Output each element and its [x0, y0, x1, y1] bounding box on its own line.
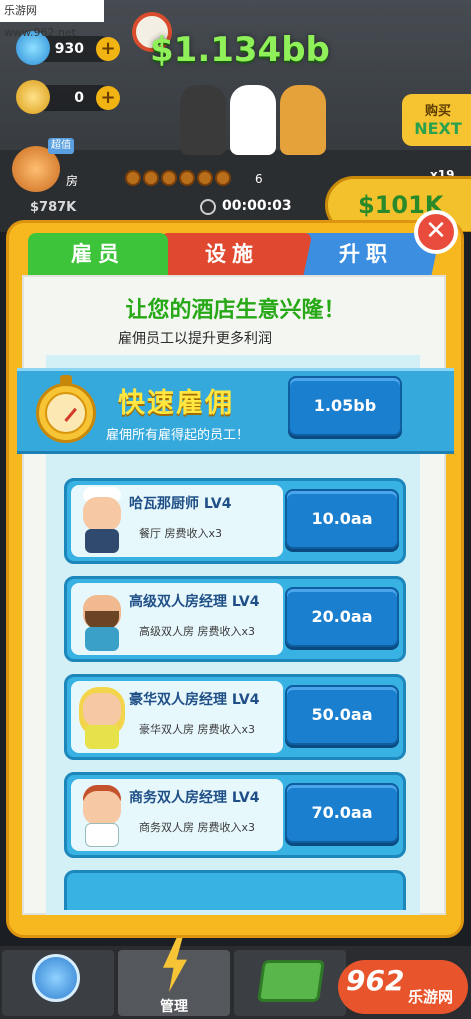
tab-employees[interactable]: 雇员 — [28, 233, 168, 275]
timer-value: 00:00:03 — [222, 198, 292, 214]
tab-label: 升职 — [339, 242, 393, 266]
employee-card-chef: 哈瓦那厨师 LV4 餐厅 房费收入x3 10.0aa — [64, 478, 406, 564]
blonde-manager-avatar — [79, 683, 125, 751]
employee-card-partial — [64, 870, 406, 910]
logo-number: 962 — [346, 964, 405, 997]
hire-button[interactable]: 10.0aa — [285, 489, 399, 549]
level-number: 6 — [255, 172, 263, 186]
employee-card-luxury-manager: 豪华双人房经理 LV4 豪华双人房 房费收入x3 50.0aa — [64, 674, 406, 760]
star-icon — [161, 170, 177, 186]
tab-label: 设施 — [205, 242, 259, 266]
quick-hire-button[interactable]: 1.05bb — [288, 376, 402, 436]
panel-subline: 雇佣员工以提升更多利润 — [118, 331, 272, 347]
site-watermark: 乐游网 www.962.net — [0, 0, 104, 39]
level-stars — [125, 170, 233, 190]
buy-next-button[interactable]: 购买 NEXT — [402, 94, 471, 146]
nav-crown[interactable] — [2, 950, 114, 1016]
hotel-deal-badge[interactable]: 超值 — [4, 138, 74, 194]
character-chef — [230, 85, 276, 155]
crown-icon — [32, 954, 80, 1002]
employee-title: 高级双人房经理 LV4 — [129, 594, 260, 610]
money-total: $1.134bb — [150, 30, 330, 70]
site-logo: 962 乐游网 — [338, 960, 468, 1014]
timer-icon — [200, 199, 216, 215]
nav-label: 管理 — [160, 999, 188, 1015]
lightning-icon — [163, 938, 187, 992]
employee-title: 商务双人房经理 LV4 — [129, 790, 260, 806]
close-icon[interactable]: ✕ — [414, 210, 458, 254]
employee-card-deluxe-manager: 高级双人房经理 LV4 高级双人房 房费收入x3 20.0aa — [64, 576, 406, 662]
hire-button[interactable]: 50.0aa — [285, 685, 399, 745]
star-icon — [179, 170, 195, 186]
quick-hire-desc: 雇佣所有雇得起的员工！ — [106, 428, 250, 443]
star-icon — [125, 170, 141, 186]
nav-manage[interactable]: 管理 — [118, 938, 230, 1016]
employee-desc: 高级双人房 房费收入x3 — [139, 625, 256, 638]
star-icon — [215, 170, 231, 186]
room-label: 房 — [66, 174, 79, 188]
hire-button[interactable]: 70.0aa — [285, 783, 399, 843]
medal-counter: 0 + — [16, 80, 120, 114]
add-gems-button[interactable]: + — [96, 37, 120, 61]
stopwatch-icon — [34, 375, 98, 443]
quick-hire-title: 快速雇佣 — [118, 388, 234, 419]
staff-characters — [180, 85, 330, 155]
tab-label: 雇员 — [71, 242, 125, 266]
medal-icon — [16, 80, 50, 114]
add-medals-button[interactable]: + — [96, 86, 120, 110]
cash-icon — [257, 960, 325, 1002]
deal-tag: 超值 — [48, 138, 74, 154]
employee-card-business-manager: 商务双人房经理 LV4 商务双人房 房费收入x3 70.0aa — [64, 772, 406, 858]
panel-tabs: 雇员 设施 升职 — [28, 233, 441, 275]
star-icon — [143, 170, 159, 186]
logo-text: 乐游网 — [408, 988, 454, 1006]
character-worker — [280, 85, 326, 155]
employee-desc: 豪华双人房 房费收入x3 — [139, 723, 256, 736]
bearded-manager-avatar — [79, 585, 125, 653]
character-manager — [180, 85, 226, 155]
redhead-manager-avatar — [79, 781, 125, 849]
tab-facilities[interactable]: 设施 — [151, 233, 313, 275]
chef-avatar — [79, 487, 125, 555]
panel-headline: 让您的酒店生意兴隆！ — [125, 298, 346, 323]
cash-cap: $787K — [30, 200, 77, 215]
star-icon — [197, 170, 213, 186]
buy-label: 购买 — [424, 104, 451, 119]
employee-title: 豪华双人房经理 LV4 — [129, 692, 260, 708]
next-label: NEXT — [414, 119, 462, 138]
nav-cash[interactable] — [234, 950, 346, 1016]
employee-desc: 商务双人房 房费收入x3 — [139, 821, 256, 834]
employee-desc: 餐厅 房费收入x3 — [139, 527, 223, 540]
hire-button[interactable]: 20.0aa — [285, 587, 399, 647]
medal-count: 0 — [74, 90, 84, 106]
employee-title: 哈瓦那厨师 LV4 — [129, 496, 232, 512]
